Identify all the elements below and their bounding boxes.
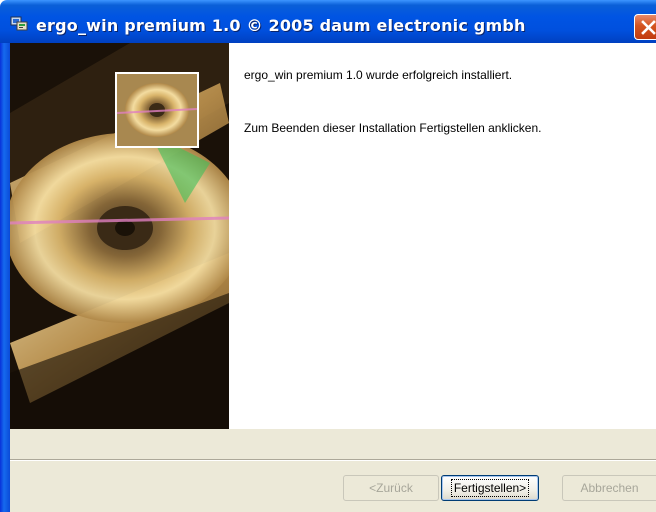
- back-button[interactable]: <Zurück: [343, 475, 439, 501]
- close-button[interactable]: [634, 14, 656, 40]
- cancel-button-label: Abbrechen: [580, 481, 639, 495]
- installer-cd-image: [10, 43, 229, 429]
- cancel-button[interactable]: Abbrechen: [562, 475, 656, 501]
- content-panel: ergo_win premium 1.0 wurde erfolgreich i…: [229, 43, 656, 429]
- finish-button[interactable]: Fertigstellen>: [441, 475, 539, 501]
- title-bar[interactable]: ergo_win premium 1.0 © 2005 daum electro…: [0, 0, 656, 43]
- finish-instruction-message: Zum Beenden dieser Installation Fertigst…: [244, 121, 542, 135]
- window-title: ergo_win premium 1.0 © 2005 daum electro…: [36, 16, 526, 35]
- window-frame-left: [0, 43, 10, 512]
- separator-highlight: [10, 460, 656, 461]
- button-area: [10, 429, 656, 512]
- close-icon: [641, 20, 656, 35]
- installer-icon: [10, 15, 28, 31]
- install-success-message: ergo_win premium 1.0 wurde erfolgreich i…: [244, 68, 513, 82]
- back-button-label: <Zurück: [369, 481, 413, 495]
- finish-button-label: Fertigstellen>: [450, 479, 530, 497]
